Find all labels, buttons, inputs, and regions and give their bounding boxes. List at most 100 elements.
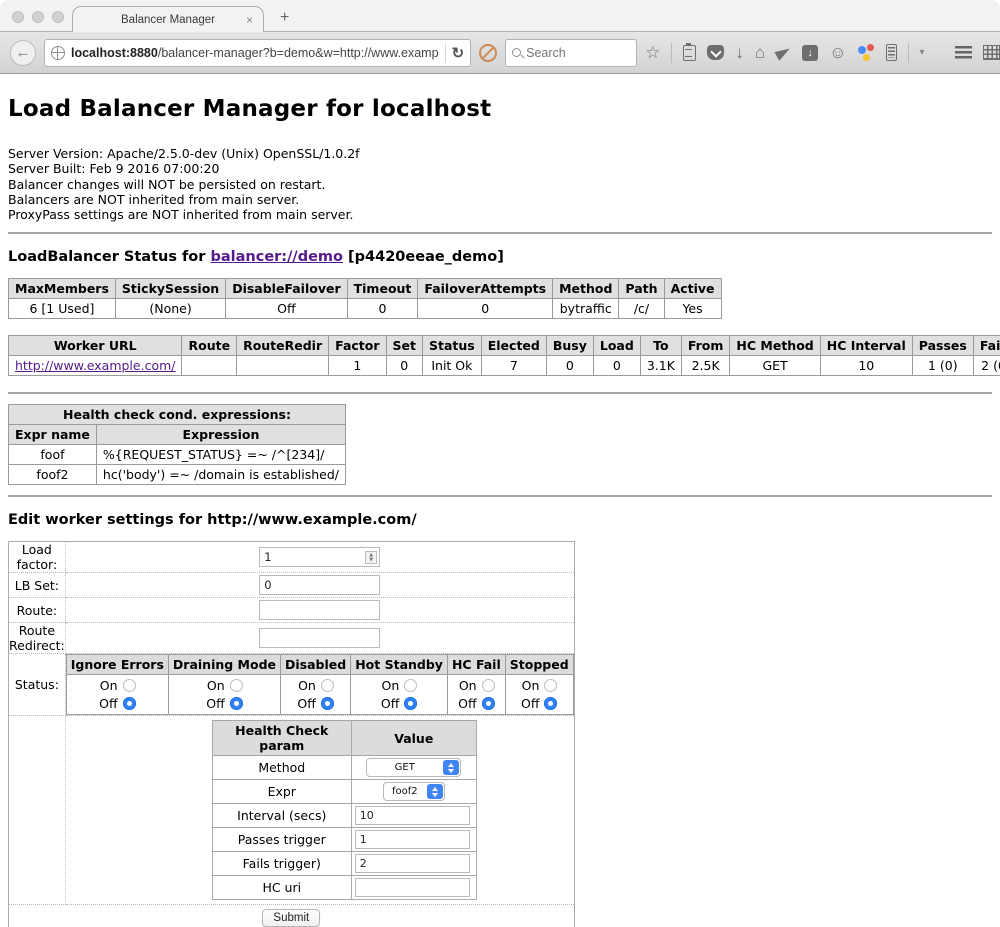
ignore-errors-on-radio[interactable] — [123, 679, 136, 692]
heading-suffix: [p4420eeae_demo] — [343, 249, 504, 265]
hc-row-passes: Passes trigger — [212, 828, 476, 852]
reload-icon[interactable]: ↻ — [452, 44, 465, 62]
load-factor-input[interactable] — [259, 547, 380, 567]
hot-standby-off-radio[interactable] — [404, 697, 417, 710]
menu-icon[interactable] — [955, 46, 972, 59]
number-spinner-icon[interactable]: ▲▼ — [365, 551, 377, 564]
new-tab-button[interactable]: + — [280, 9, 289, 27]
stopped-on-radio[interactable] — [544, 679, 557, 692]
interval-input[interactable] — [355, 806, 470, 825]
content-blocker-icon[interactable] — [479, 44, 497, 62]
hot-standby-on-radio[interactable] — [404, 679, 417, 692]
disabled-on-radio[interactable] — [321, 679, 334, 692]
health-check-expressions-table: Health check cond. expressions: Expr nam… — [8, 404, 346, 485]
table-header-row: Worker URL Route RouteRedir Factor Set S… — [9, 336, 1000, 356]
tab-title: Balancer Manager — [121, 14, 215, 26]
column-header: Set — [386, 336, 422, 356]
balancer-demo-link[interactable]: balancer://demo — [210, 249, 343, 265]
off-label: Off — [206, 696, 224, 711]
downloads-icon[interactable]: ↓ — [735, 44, 744, 61]
route-redirect-input[interactable] — [259, 628, 380, 648]
url-text[interactable]: localhost:8880/balancer-manager?b=demo&w… — [71, 46, 439, 60]
toolbar-separator — [671, 43, 672, 63]
divider — [8, 495, 992, 497]
passes-input[interactable] — [355, 830, 470, 849]
method-select[interactable]: GET — [366, 758, 461, 777]
proxypass-notice-line: ProxyPass settings are NOT inherited fro… — [8, 207, 992, 222]
ignore-errors-off-radio[interactable] — [123, 697, 136, 710]
stopped-radios: On Off — [505, 675, 573, 715]
cell-from: 2.5K — [681, 356, 730, 376]
column-header: Health Check param — [212, 721, 351, 756]
status-header-row: Ignore Errors Draining Mode Disabled Hot… — [66, 655, 573, 675]
clipboard-icon[interactable] — [683, 45, 696, 61]
off-label: Off — [99, 696, 117, 711]
minimize-window-button[interactable] — [32, 11, 44, 23]
column-header: DisableFailover — [226, 279, 347, 299]
balancer-status-table: MaxMembers StickySession DisableFailover… — [8, 278, 722, 319]
cell-routeredir — [237, 356, 329, 376]
bookmark-star-icon[interactable]: ☆ — [645, 44, 660, 61]
worker-row: http://www.example.com/ 1 0 Init Ok 7 0 … — [9, 356, 1000, 376]
cell-stickysession: (None) — [115, 299, 225, 319]
home-icon[interactable]: ⌂ — [755, 44, 765, 61]
window-controls[interactable] — [12, 11, 64, 23]
stopped-off-radio[interactable] — [544, 697, 557, 710]
hc-uri-input[interactable] — [355, 878, 470, 897]
cell-expr-name: foof2 — [9, 465, 97, 485]
hc-fail-off-radio[interactable] — [482, 697, 495, 710]
column-header: HC Interval — [820, 336, 912, 356]
on-label: On — [521, 678, 539, 693]
route-redirect-label: Route Redirect: — [9, 623, 66, 654]
worker-url-link[interactable]: http://www.example.com/ — [15, 358, 175, 373]
column-header: Worker URL — [9, 336, 182, 356]
column-header: Disabled — [281, 655, 351, 675]
column-header: Method — [553, 279, 619, 299]
disabled-off-radio[interactable] — [321, 697, 334, 710]
cell-load: 0 — [593, 356, 640, 376]
draining-mode-on-radio[interactable] — [230, 679, 243, 692]
cell-method: bytraffic — [553, 299, 619, 319]
tab-grid-icon[interactable] — [983, 45, 1000, 60]
search-input[interactable] — [526, 46, 626, 60]
expr-select[interactable]: foof2 — [383, 782, 445, 801]
route-input[interactable] — [259, 600, 380, 620]
send-icon[interactable] — [775, 45, 793, 61]
route-label: Route: — [9, 598, 66, 623]
draining-mode-off-radio[interactable] — [230, 697, 243, 710]
device-battery-icon[interactable] — [886, 44, 897, 61]
fails-input[interactable] — [355, 854, 470, 873]
expr-label: Expr — [212, 780, 351, 804]
column-header: Route — [182, 336, 237, 356]
lb-set-input[interactable] — [259, 575, 380, 595]
cell-status: Init Ok — [423, 356, 482, 376]
table-header-row: Expr name Expression — [9, 425, 346, 445]
save-to-device-icon[interactable]: ↓ — [802, 45, 818, 61]
colored-dots-extension-icon[interactable] — [858, 44, 875, 61]
search-icon — [512, 48, 521, 57]
hc-fail-radios: On Off — [447, 675, 505, 715]
method-label: Method — [212, 756, 351, 780]
feedback-smiley-icon[interactable]: ☺ — [829, 43, 846, 63]
column-header: Status — [423, 336, 482, 356]
cell-fails: 2 (0) — [973, 356, 1000, 376]
column-header: Elected — [481, 336, 546, 356]
close-window-button[interactable] — [12, 11, 24, 23]
pocket-icon[interactable] — [707, 45, 724, 60]
submit-button[interactable]: Submit — [262, 909, 320, 927]
column-header: Hot Standby — [351, 655, 448, 675]
back-button[interactable]: ← — [10, 40, 36, 66]
tab-balancer-manager[interactable]: Balancer Manager × — [72, 6, 264, 32]
column-header: Stopped — [505, 655, 573, 675]
overflow-caret-icon[interactable]: ▾ — [920, 47, 925, 58]
hc-fail-on-radio[interactable] — [482, 679, 495, 692]
off-label: Off — [521, 696, 539, 711]
search-box[interactable] — [505, 39, 637, 67]
cell-expression: %{REQUEST_STATUS} =~ /^[234]/ — [96, 445, 345, 465]
draining-mode-radios: On Off — [168, 675, 280, 715]
interval-label: Interval (secs) — [212, 804, 351, 828]
url-path: /balancer-manager?b=demo&w=http://www.ex… — [158, 46, 439, 60]
url-bar[interactable]: localhost:8880/balancer-manager?b=demo&w… — [44, 39, 471, 67]
zoom-window-button[interactable] — [52, 11, 64, 23]
close-tab-icon[interactable]: × — [246, 13, 253, 27]
